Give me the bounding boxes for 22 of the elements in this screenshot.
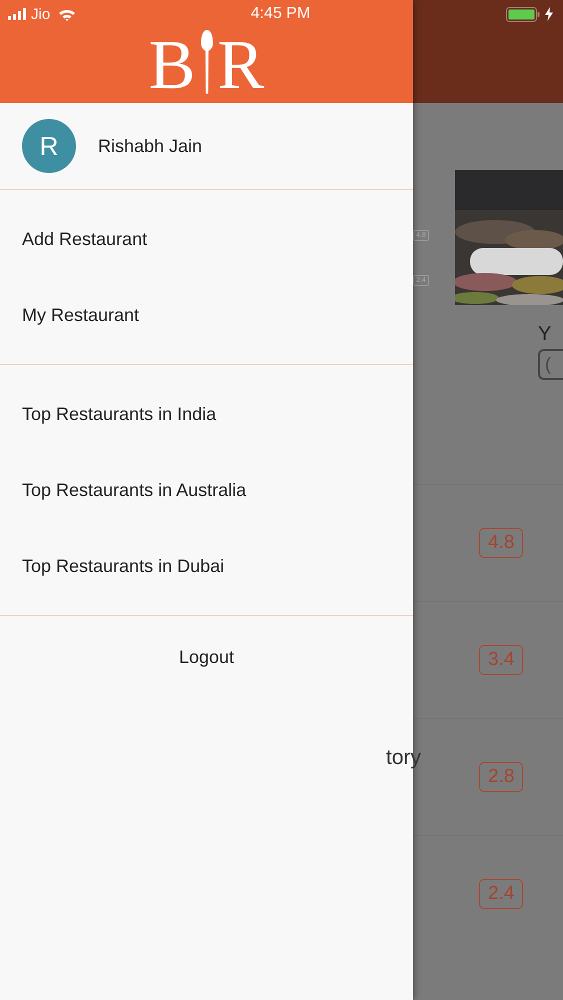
logo-letter: B	[148, 36, 196, 96]
logo-letter: R	[218, 36, 264, 96]
status-time: 4:45 PM	[250, 5, 310, 23]
menu-item[interactable]: Top Restaurants in India	[0, 376, 413, 452]
menu-item[interactable]: Add Restaurant	[0, 201, 413, 277]
menu-item[interactable]: Top Restaurants in Australia	[0, 452, 413, 528]
rating-badge: 3.4	[479, 645, 524, 675]
rating-badge: 4.8	[479, 528, 524, 558]
signal-icon	[8, 8, 26, 20]
spoon-icon	[200, 29, 214, 95]
heading-text: Y	[538, 323, 552, 346]
wifi-icon	[58, 8, 76, 20]
menu-item[interactable]: My Restaurant	[0, 277, 413, 353]
menu-item[interactable]: Top Restaurants in Dubai	[0, 528, 413, 604]
user-name: Rishabh Jain	[98, 136, 202, 156]
rating-badge: 2.4	[479, 879, 524, 909]
avatar[interactable]: R	[22, 119, 76, 173]
carrier-name: Jio	[31, 6, 50, 22]
battery-icon	[506, 6, 540, 22]
rating-badge: 2.8	[479, 762, 524, 792]
logout-button[interactable]: Logout	[178, 647, 234, 668]
charging-icon	[545, 7, 553, 21]
